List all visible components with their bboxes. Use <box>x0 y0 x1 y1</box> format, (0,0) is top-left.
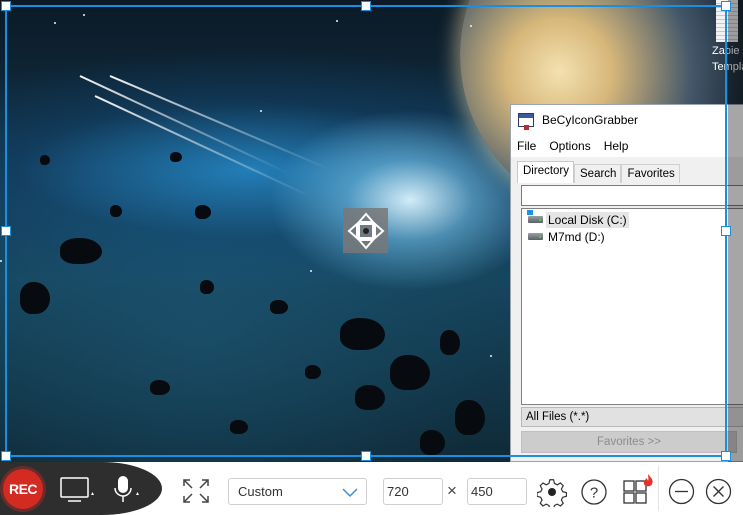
recorder-toolbar: REC Custom × <box>0 462 743 515</box>
help-icon: ? <box>581 479 607 505</box>
resize-handle-bottom-right[interactable] <box>721 451 731 461</box>
height-input[interactable] <box>467 478 527 505</box>
minimize-icon <box>668 478 695 505</box>
asteroid <box>355 385 385 410</box>
monitor-icon <box>60 477 94 502</box>
path-input[interactable] <box>521 185 743 206</box>
expand-icon <box>183 479 209 503</box>
fullscreen-button[interactable] <box>182 478 210 504</box>
asteroid <box>20 282 50 314</box>
star <box>490 355 492 357</box>
file-filter-select[interactable]: All Files (*.*) <box>521 407 743 427</box>
dimension-separator: × <box>447 481 457 500</box>
size-preset-value: Custom <box>238 484 283 499</box>
asteroid <box>455 400 485 435</box>
star <box>470 25 472 27</box>
settings-button[interactable] <box>537 477 567 507</box>
asteroid <box>60 238 102 264</box>
asteroid <box>340 318 385 350</box>
drive-tree[interactable]: Local Disk (C:) M7md (D:) <box>521 208 743 405</box>
asteroid <box>170 152 182 162</box>
menu-bar: File Options Help <box>511 135 743 157</box>
resize-handle-top[interactable] <box>361 1 371 11</box>
menu-file[interactable]: File <box>517 139 536 153</box>
asteroid <box>150 380 170 395</box>
tree-item-m7md-d[interactable]: M7md (D:) <box>522 228 743 245</box>
star <box>336 20 338 22</box>
menu-help[interactable]: Help <box>604 139 629 153</box>
tab-bar: Directory Search Favorites <box>517 161 680 183</box>
microphone-icon <box>114 476 139 502</box>
apps-grid-icon <box>623 474 653 504</box>
asteroid <box>270 300 288 314</box>
resize-handle-right[interactable] <box>721 226 731 236</box>
move-handle[interactable] <box>343 208 388 253</box>
close-icon <box>705 478 732 505</box>
app-icon <box>518 113 534 130</box>
move-arrows-icon <box>346 211 385 250</box>
tree-item-local-disk-c[interactable]: Local Disk (C:) <box>522 210 743 228</box>
favorites-button[interactable]: Favorites >> <box>521 431 737 453</box>
tree-item-label: Local Disk (C:) <box>546 211 629 228</box>
star <box>0 260 2 262</box>
resize-handle-top-left[interactable] <box>1 1 11 11</box>
asteroid <box>200 280 214 294</box>
star <box>83 14 85 16</box>
asteroid <box>40 155 50 165</box>
asteroid <box>420 430 445 455</box>
fire-badge-icon <box>643 474 653 487</box>
tab-search[interactable]: Search <box>574 164 622 183</box>
becyicongrabber-window: BeCyIconGrabber File Options Help Direct… <box>510 104 743 462</box>
asteroid <box>440 330 460 355</box>
resize-handle-top-right[interactable] <box>721 1 731 11</box>
resize-handle-left[interactable] <box>1 226 11 236</box>
chevron-down-icon <box>342 488 358 498</box>
asteroid <box>305 365 321 379</box>
record-button[interactable]: REC <box>3 469 43 509</box>
comet-streak <box>79 75 289 175</box>
comet-streak <box>109 75 332 171</box>
apps-button[interactable] <box>622 472 656 506</box>
close-button[interactable] <box>705 478 732 505</box>
asteroid <box>390 355 430 390</box>
resize-handle-bottom-left[interactable] <box>1 451 11 461</box>
asteroid <box>195 205 211 219</box>
size-preset-select[interactable]: Custom <box>228 478 367 505</box>
tree-item-label: M7md (D:) <box>548 229 605 244</box>
star <box>310 270 312 272</box>
window-titlebar[interactable]: BeCyIconGrabber <box>511 105 743 135</box>
tab-favorites[interactable]: Favorites <box>621 164 680 183</box>
tab-directory[interactable]: Directory <box>517 161 575 183</box>
menu-options[interactable]: Options <box>549 139 590 153</box>
screen-source-button[interactable] <box>60 476 98 504</box>
asteroid <box>110 205 122 217</box>
star <box>54 22 56 24</box>
star <box>260 110 262 112</box>
system-drive-icon <box>527 210 543 223</box>
svg-text:?: ? <box>590 485 598 502</box>
microphone-button[interactable] <box>112 474 144 506</box>
gear-icon <box>537 479 567 507</box>
asteroid <box>230 420 248 434</box>
minimize-button[interactable] <box>668 478 695 505</box>
drive-icon <box>528 233 543 240</box>
toolbar-divider <box>658 466 659 511</box>
width-input[interactable] <box>383 478 443 505</box>
help-button[interactable]: ? <box>580 478 608 506</box>
window-title: BeCyIconGrabber <box>542 113 639 127</box>
resize-handle-bottom[interactable] <box>361 451 371 461</box>
